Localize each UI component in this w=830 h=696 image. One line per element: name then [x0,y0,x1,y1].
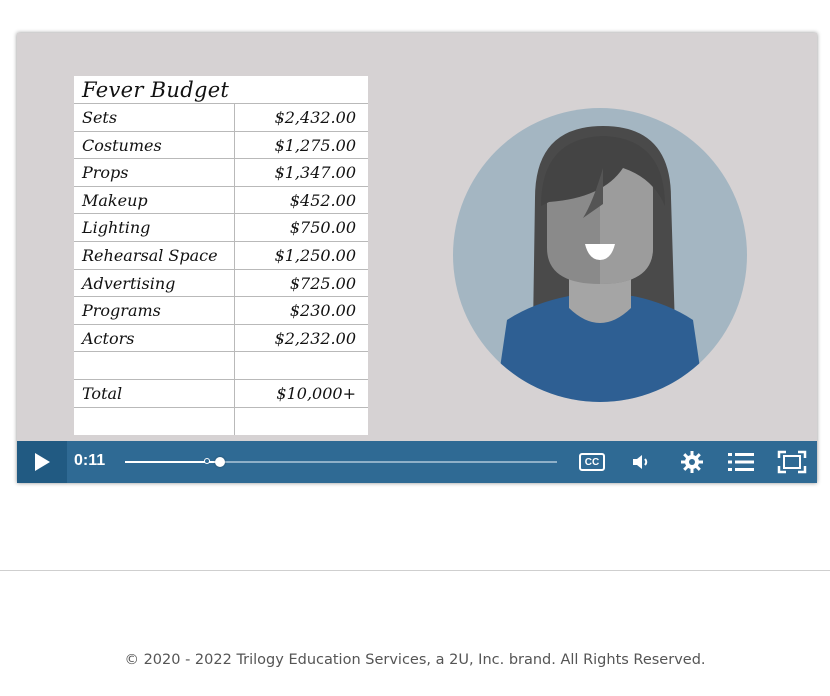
budget-row: Advertising $725.00 [74,268,368,297]
video-player[interactable]: Fever Budget Sets $2,432.00 Costumes $1,275… [17,33,817,483]
budget-item-label: Actors [82,328,135,348]
budget-item-amount: $452.00 [289,190,356,210]
budget-row: Lighting $750.00 [74,213,368,241]
volume-icon [633,455,648,469]
budget-item-amount: $725.00 [289,273,356,293]
budget-row: Costumes $1,275.00 [74,130,368,159]
progress-handle[interactable] [215,457,226,467]
budget-row: Actors $2,232.00 [74,323,368,352]
progress-bar[interactable] [125,457,557,467]
budget-row: Sets $2,432.00 [74,103,368,131]
budget-row: Props $1,347.00 [74,158,368,186]
budget-sheet: Fever Budget Sets $2,432.00 Costumes $1,275… [74,76,368,435]
budget-row [74,351,368,379]
budget-row: Makeup $452.00 [74,185,368,214]
play-button[interactable] [17,441,67,483]
budget-item-label: Total [82,384,123,403]
current-time: 0:11 [74,452,106,469]
budget-item-label: Rehearsal Space [82,246,218,265]
budget-row [74,406,368,435]
budget-item-amount: $2,432.00 [274,108,356,127]
budget-item-label: Costumes [82,135,162,155]
budget-item-amount: $2,232.00 [274,328,356,348]
video-frame[interactable]: Fever Budget Sets $2,432.00 Costumes $1,275… [17,33,817,441]
budget-item-label: Makeup [82,190,148,210]
captions-icon: CC [579,453,605,471]
fullscreen-button[interactable] [776,447,808,477]
play-icon [35,453,50,471]
budget-item-amount: $230.00 [289,301,356,321]
fullscreen-icon [777,450,807,474]
budget-item-amount: $1,275.00 [274,135,356,155]
captions-button[interactable]: CC [576,447,608,477]
budget-item-amount: $10,000+ [276,384,356,403]
budget-item-label: Lighting [82,218,151,238]
budget-title: Fever Budget [82,78,230,102]
copyright-footer: © 2020 - 2022 Trilogy Education Services… [124,652,706,668]
budget-item-amount: $750.00 [289,218,356,238]
control-bar: 0:11 CC [17,441,817,483]
budget-item-amount: $1,250.00 [274,246,356,265]
budget-row: Rehearsal Space $1,250.00 [74,241,368,269]
budget-row: Programs $230.00 [74,296,368,324]
budget-item-label: Advertising [82,273,176,293]
budget-item-label: Programs [82,301,161,321]
settings-gear-icon [681,451,703,473]
budget-item-label: Sets [82,108,118,127]
presenter-avatar [453,108,747,402]
chapters-button[interactable] [725,447,757,477]
budget-item-amount: $1,347.00 [274,163,356,183]
chapters-list-icon [728,453,754,471]
buffer-marker [204,458,211,464]
budget-row: Total $10,000+ [74,379,368,407]
budget-item-label: Props [82,163,129,183]
section-divider [0,570,830,571]
volume-button[interactable] [626,447,658,477]
settings-button[interactable] [676,447,708,477]
